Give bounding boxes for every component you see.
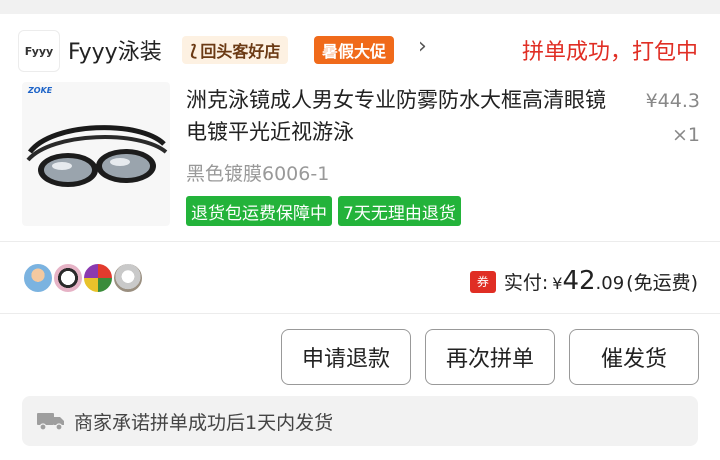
quote-mark-icon: ⟅ bbox=[190, 40, 198, 60]
group-member-avatars[interactable] bbox=[22, 262, 144, 294]
payment-amount-decimal: .09 bbox=[595, 273, 625, 294]
product-variant: 黑色镀膜6006-1 bbox=[186, 163, 330, 185]
payment-currency: ¥ bbox=[552, 274, 563, 293]
request-refund-button[interactable]: 申请退款 bbox=[281, 329, 411, 385]
regroup-button[interactable]: 再次拼单 bbox=[425, 329, 555, 385]
goggles-icon bbox=[26, 125, 168, 187]
tag-7day-return: 7天无理由退货 bbox=[338, 196, 461, 226]
product-image[interactable]: ZOKE bbox=[22, 82, 170, 226]
avatar[interactable] bbox=[82, 262, 114, 294]
coupon-icon: 券 bbox=[469, 270, 496, 293]
divider bbox=[0, 241, 720, 242]
payment-amount-integer: 42 bbox=[562, 266, 596, 296]
shop-logo[interactable]: Fyyy bbox=[18, 30, 60, 72]
shipping-promise-text: 商家承诺拼单成功后1天内发货 bbox=[74, 411, 334, 434]
avatar[interactable] bbox=[22, 262, 54, 294]
shop-name[interactable]: Fyyy泳装 bbox=[68, 34, 162, 66]
product-image-brand: ZOKE bbox=[28, 86, 53, 95]
top-separator-bar bbox=[0, 0, 720, 14]
service-tags: 退货包运费保障中 7天无理由退货 bbox=[186, 196, 461, 226]
truck-icon bbox=[37, 413, 64, 431]
tag-free-return-shipping: 退货包运费保障中 bbox=[186, 196, 332, 226]
payment-summary: 券 实付: ¥ 42 .09 (免运费) bbox=[469, 266, 698, 296]
payment-label: 实付: bbox=[503, 272, 549, 294]
avatar[interactable] bbox=[52, 262, 84, 294]
product-title[interactable]: 洲克泳镜成人男女专业防雾防水大框高清眼镜电镀平光近视游泳 bbox=[186, 84, 616, 148]
shipping-promise-notice: 商家承诺拼单成功后1天内发货 bbox=[22, 396, 698, 446]
shop-header[interactable]: Fyyy Fyyy泳装 ⟅ 回头客好店 暑假大促 › 拼单成功，打包中 bbox=[0, 20, 720, 76]
avatar[interactable] bbox=[112, 262, 144, 294]
summer-sale-badge: 暑假大促 bbox=[314, 36, 395, 64]
chevron-right-icon[interactable]: › bbox=[418, 34, 427, 59]
product-price: ¥44.3 bbox=[645, 90, 700, 112]
urge-shipping-button[interactable]: 催发货 bbox=[569, 329, 699, 385]
shipping-note: (免运费) bbox=[626, 272, 698, 294]
order-status: 拼单成功，打包中 bbox=[521, 40, 698, 65]
product-quantity: ×1 bbox=[671, 124, 700, 146]
divider bbox=[0, 313, 720, 314]
badge-return-label: 回头客好店 bbox=[200, 42, 281, 61]
repeat-customer-badge: ⟅ 回头客好店 bbox=[182, 36, 289, 64]
